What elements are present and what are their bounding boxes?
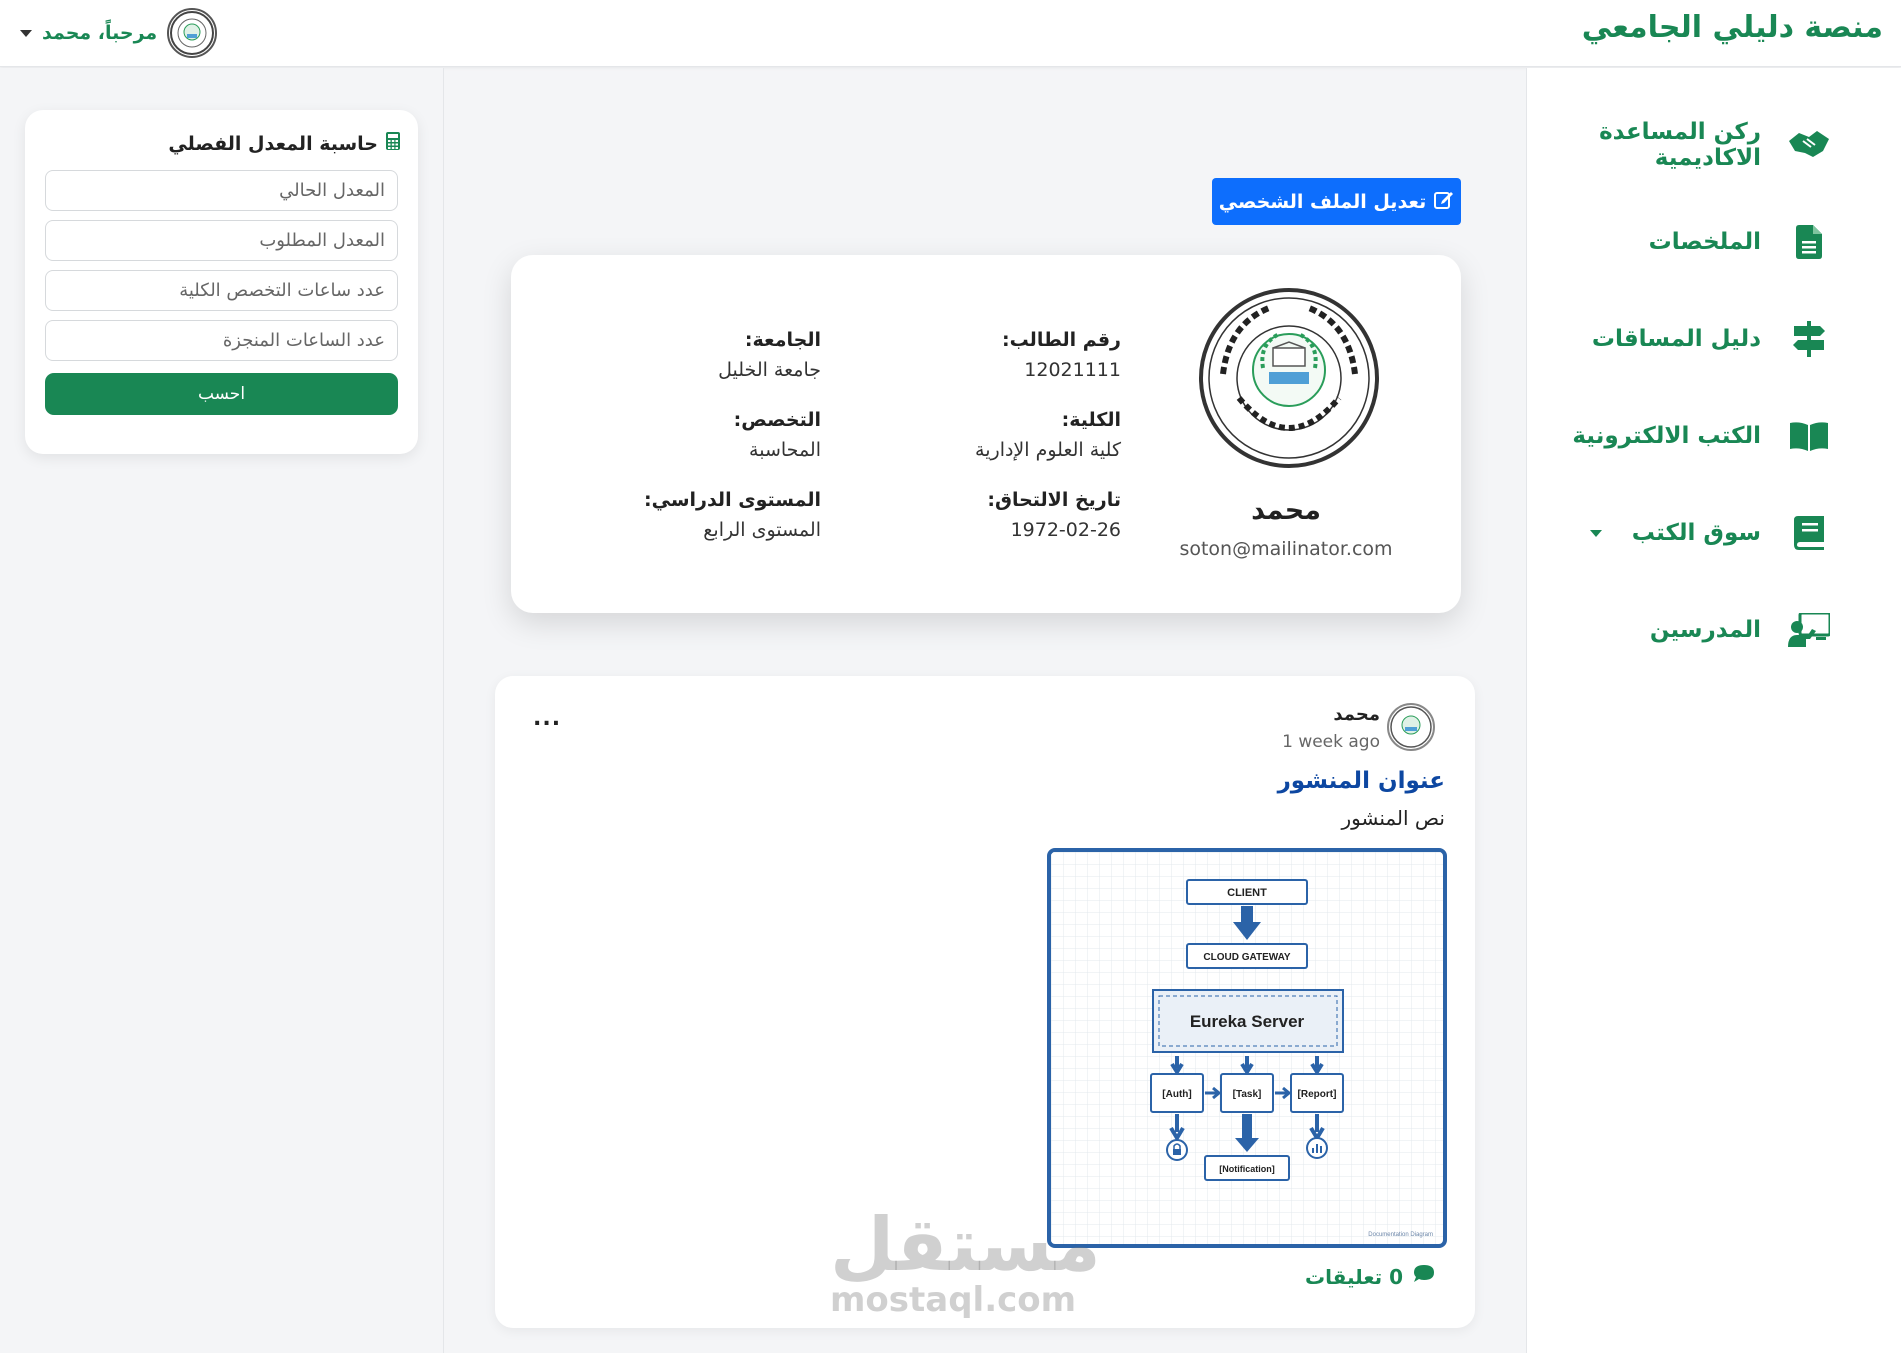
field-value: كلية العلوم الإدارية bbox=[975, 439, 1121, 461]
study-level-field: المستوى الدراسي: المستوى الرابع bbox=[581, 489, 821, 541]
signpost-icon bbox=[1787, 319, 1831, 359]
calculator-icon bbox=[386, 132, 400, 155]
sidebar-item-teachers[interactable]: المدرسين bbox=[1650, 605, 1831, 655]
field-label: رقم الطالب: bbox=[1001, 329, 1121, 351]
post-image[interactable]: CLIENT CLOUD GATEWAY Eureka Server [Auth… bbox=[1047, 848, 1447, 1248]
comments-count: 0 تعليقات bbox=[1304, 1264, 1403, 1289]
university-logo bbox=[1199, 288, 1379, 468]
sidebar-item-label: المدرسين bbox=[1649, 617, 1761, 643]
top-navbar: منصة دليلي الجامعي مرحباً، محمد bbox=[0, 0, 1901, 67]
profile-email: soton@mailinator.com bbox=[1179, 538, 1393, 560]
major-field: التخصص: المحاسبة bbox=[581, 409, 821, 461]
calculate-button[interactable]: احسب bbox=[45, 373, 398, 415]
user-greeting: مرحباً، محمد bbox=[42, 22, 158, 44]
field-label: الكلية: bbox=[1061, 409, 1121, 431]
diagram-notification-label: [Notification] bbox=[1219, 1164, 1275, 1174]
total-hours-input[interactable] bbox=[45, 270, 398, 311]
sidebar-item-label: سوق الكتب bbox=[1631, 520, 1761, 546]
sidebar-item-ebooks[interactable]: الكتب الالكترونية bbox=[1572, 411, 1831, 461]
post-body: نص المنشور bbox=[1341, 806, 1445, 830]
sidebar-item-label: ركن المساعدة الاكاديمية bbox=[1599, 119, 1761, 171]
edit-profile-label: تعديل الملف الشخصي bbox=[1218, 190, 1427, 213]
sidebar-item-summaries[interactable]: الملخصات bbox=[1649, 217, 1831, 267]
left-column: حاسبة المعدل الفصلي احسب bbox=[0, 68, 444, 1353]
comment-icon bbox=[1413, 1264, 1435, 1289]
diagram-server-label: Eureka Server bbox=[1190, 1012, 1305, 1031]
teacher-icon bbox=[1787, 610, 1831, 650]
profile-name: محمد bbox=[1251, 495, 1321, 526]
chevron-down-icon bbox=[20, 29, 32, 37]
book-icon bbox=[1787, 513, 1831, 553]
field-label: التخصص: bbox=[733, 409, 821, 431]
profile-card: محمد soton@mailinator.com رقم الطالب: 12… bbox=[511, 255, 1461, 613]
more-options-icon[interactable]: ... bbox=[533, 706, 561, 731]
avatar bbox=[167, 8, 218, 58]
calculator-title: حاسبة المعدل الفصلي bbox=[168, 132, 400, 155]
post-author[interactable]: محمد bbox=[1333, 704, 1380, 725]
user-menu[interactable]: مرحباً، محمد bbox=[20, 8, 218, 58]
diagram-report-label: [Report] bbox=[1298, 1089, 1337, 1100]
post-title[interactable]: عنوان المنشور bbox=[1278, 768, 1445, 794]
field-value: 12021111 bbox=[1024, 359, 1121, 381]
avatar[interactable] bbox=[1387, 703, 1435, 751]
field-value: جامعة الخليل bbox=[718, 359, 821, 381]
post-card: محمد 1 week ago ... عنوان المنشور نص الم… bbox=[495, 676, 1475, 1328]
sidebar-item-academic-help[interactable]: ركن المساعدة الاكاديمية bbox=[1527, 119, 1831, 171]
comments-link[interactable]: 0 تعليقات bbox=[1305, 1264, 1435, 1289]
university-field: الجامعة: جامعة الخليل bbox=[581, 329, 821, 381]
sidebar-item-label: الملخصات bbox=[1648, 229, 1761, 255]
enrollment-date-field: تاريخ الالتحاق: 1972-02-26 bbox=[881, 489, 1121, 541]
target-gpa-input[interactable] bbox=[45, 220, 398, 261]
sidebar-item-label: دليل المساقات bbox=[1591, 326, 1761, 352]
diagram-gateway-label: CLOUD GATEWAY bbox=[1203, 952, 1291, 963]
file-lines-icon bbox=[1787, 222, 1831, 262]
student-id-field: رقم الطالب: 12021111 bbox=[881, 329, 1121, 381]
brand-title[interactable]: منصة دليلي الجامعي bbox=[1582, 10, 1883, 45]
field-label: المستوى الدراسي: bbox=[644, 489, 821, 511]
diagram-task-label: [Task] bbox=[1233, 1089, 1262, 1100]
sidebar: ركن المساعدة الاكاديمية الملخصات دليل ال… bbox=[1526, 68, 1901, 1353]
college-field: الكلية: كلية العلوم الإدارية bbox=[881, 409, 1121, 461]
field-value: المحاسبة bbox=[749, 439, 821, 461]
handshake-icon bbox=[1787, 125, 1831, 165]
field-value: 1972-02-26 bbox=[1010, 519, 1121, 541]
edit-profile-button[interactable]: تعديل الملف الشخصي bbox=[1212, 178, 1461, 225]
gpa-calculator-card: حاسبة المعدل الفصلي احسب bbox=[25, 110, 418, 454]
field-label: الجامعة: bbox=[744, 329, 821, 351]
current-gpa-input[interactable] bbox=[45, 170, 398, 211]
sidebar-item-course-guide[interactable]: دليل المساقات bbox=[1592, 314, 1831, 364]
post-time: 1 week ago bbox=[1282, 732, 1380, 752]
edit-icon bbox=[1434, 189, 1454, 214]
calculator-title-text: حاسبة المعدل الفصلي bbox=[168, 132, 378, 155]
field-label: تاريخ الالتحاق: bbox=[987, 489, 1121, 511]
sidebar-item-book-market[interactable]: سوق الكتب bbox=[1589, 508, 1831, 558]
open-book-icon bbox=[1787, 416, 1831, 456]
diagram-client-label: CLIENT bbox=[1227, 887, 1267, 899]
chevron-down-icon bbox=[1589, 529, 1602, 537]
field-value: المستوى الرابع bbox=[703, 519, 821, 541]
sidebar-item-label: الكتب الالكترونية bbox=[1572, 423, 1761, 449]
diagram-caption: Documentation Diagram bbox=[1368, 1232, 1433, 1238]
diagram-auth-label: [Auth] bbox=[1162, 1089, 1191, 1100]
completed-hours-input[interactable] bbox=[45, 320, 398, 361]
